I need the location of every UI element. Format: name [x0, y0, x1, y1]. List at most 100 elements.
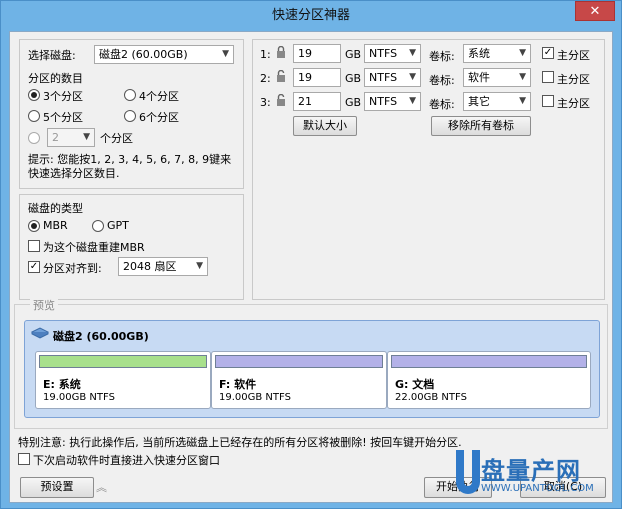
disk-preview: 磁盘2 (60.00GB) E: 系统 19.00GB NTFS F: 软件 1…: [24, 320, 600, 418]
disk-panel: 选择磁盘: 磁盘2 (60.00GB) ▼ 分区的数目 3个分区 4个分区 5个…: [19, 39, 244, 189]
chevron-down-icon: ▼: [222, 49, 229, 59]
fs-value: NTFS: [369, 71, 398, 84]
hint-text: 提示: 您能按1, 2, 3, 4, 5, 6, 7, 8, 9键来快速选择分区…: [28, 153, 232, 180]
watermark-brand: 盘量产网: [481, 457, 581, 485]
volume-label-text: 卷标:: [429, 98, 455, 111]
lock-icon[interactable]: [276, 46, 286, 59]
chevron-down-icon: ▼: [409, 48, 416, 58]
fs-value: NTFS: [369, 47, 398, 60]
primary-label: 主分区: [557, 49, 590, 62]
radio-gpt[interactable]: [92, 220, 104, 232]
select-disk-label: 选择磁盘:: [28, 49, 76, 62]
partition-bar: [39, 355, 207, 368]
next-time-checkbox[interactable]: [18, 453, 30, 465]
disk-select[interactable]: 磁盘2 (60.00GB) ▼: [94, 45, 234, 64]
close-icon: ✕: [589, 4, 601, 19]
disk-type-panel: 磁盘的类型 MBR GPT 为这个磁盘重建MBR ✓ 分区对齐到: 2048 扇…: [19, 194, 244, 300]
preset-button[interactable]: 预设置: [20, 477, 94, 498]
default-size-button[interactable]: 默认大小: [293, 116, 357, 136]
partition-info: 19.00GB NTFS: [43, 392, 115, 403]
unlock-icon[interactable]: [276, 70, 286, 83]
primary-checkbox-2[interactable]: [542, 71, 554, 83]
volume-value: 其它: [468, 95, 490, 108]
rebuild-mbr-checkbox[interactable]: [28, 240, 40, 252]
preview-legend: 预览: [30, 297, 58, 313]
chevron-down-icon: ▼: [196, 261, 203, 271]
partition-num: 2:: [260, 72, 271, 85]
partition-name: F: 软件: [219, 378, 257, 391]
primary-label: 主分区: [557, 73, 590, 86]
radio-3-label: 3个分区: [43, 90, 83, 103]
chevron-down-icon: ▼: [519, 72, 526, 82]
custom-count-select[interactable]: 2 ▼: [47, 128, 95, 147]
disk-select-value: 磁盘2 (60.00GB): [99, 48, 188, 61]
primary-checkbox-1[interactable]: ✓: [542, 47, 554, 59]
radio-4-partitions[interactable]: [124, 89, 136, 101]
gpt-label: GPT: [107, 219, 129, 232]
unlock-icon[interactable]: [276, 94, 286, 107]
disk-icon: [31, 327, 49, 339]
volume-value: 软件: [468, 71, 490, 84]
align-select-value: 2048 扇区: [123, 260, 177, 273]
chevron-down-icon: ▼: [409, 72, 416, 82]
app-window: 快速分区神器 ✕ 选择磁盘: 磁盘2 (60.00GB) ▼ 分区的数目 3个分…: [0, 0, 622, 509]
unit-gb: GB: [345, 48, 362, 61]
chevron-down-icon: ▼: [83, 132, 90, 142]
partition-count-label: 分区的数目: [28, 72, 83, 85]
partition-name: E: 系统: [43, 378, 81, 391]
fs-select-3[interactable]: NTFS ▼: [364, 92, 421, 111]
radio-4-label: 4个分区: [139, 90, 179, 103]
preview-partition[interactable]: G: 文档 22.00GB NTFS: [387, 351, 591, 409]
disk-type-label: 磁盘的类型: [28, 202, 83, 215]
close-button[interactable]: ✕: [575, 1, 615, 21]
primary-label: 主分区: [557, 97, 590, 110]
custom-count-value: 2: [52, 131, 59, 144]
radio-5-partitions[interactable]: [28, 110, 40, 122]
radio-mbr[interactable]: [28, 220, 40, 232]
size-input-2[interactable]: 19: [293, 68, 341, 87]
fs-value: NTFS: [369, 95, 398, 108]
partition-num: 1:: [260, 48, 271, 61]
radio-5-label: 5个分区: [43, 111, 83, 124]
watermark-logo-icon: [456, 450, 480, 494]
mbr-label: MBR: [43, 219, 68, 232]
radio-3-partitions[interactable]: [28, 89, 40, 101]
double-chevron-up-icon[interactable]: ︽: [96, 479, 107, 495]
align-select[interactable]: 2048 扇区 ▼: [118, 257, 208, 276]
volume-select-2[interactable]: 软件 ▼: [463, 68, 531, 87]
warning-text: 特别注意: 执行此操作后, 当前所选磁盘上已经存在的所有分区将被删除! 按回车键…: [18, 436, 462, 449]
radio-custom-partitions[interactable]: [28, 132, 40, 144]
chevron-down-icon: ▼: [519, 96, 526, 106]
volume-select-1[interactable]: 系统 ▼: [463, 44, 531, 63]
partition-info: 19.00GB NTFS: [219, 392, 291, 403]
align-checkbox[interactable]: ✓: [28, 261, 40, 273]
unit-gb: GB: [345, 96, 362, 109]
partition-bar: [215, 355, 383, 368]
next-time-label: 下次启动软件时直接进入快速分区窗口: [33, 454, 220, 467]
preview-partition[interactable]: F: 软件 19.00GB NTFS: [211, 351, 387, 409]
partition-info: 22.00GB NTFS: [395, 392, 467, 403]
partition-name: G: 文档: [395, 378, 435, 391]
window-title: 快速分区神器: [271, 8, 350, 23]
fs-select-2[interactable]: NTFS ▼: [364, 68, 421, 87]
preview-disk-name: 磁盘2 (60.00GB): [53, 330, 149, 343]
partitions-panel: 1: 19 GB NTFS ▼ 卷标: 系统 ▼ ✓ 主分区 2: 19 GB NT…: [252, 39, 605, 300]
chevron-down-icon: ▼: [519, 48, 526, 58]
volume-label-text: 卷标:: [429, 74, 455, 87]
volume-label-text: 卷标:: [429, 50, 455, 63]
radio-6-partitions[interactable]: [124, 110, 136, 122]
partition-num: 3:: [260, 96, 271, 109]
rebuild-mbr-label: 为这个磁盘重建MBR: [43, 241, 145, 254]
size-input-1[interactable]: 19: [293, 44, 341, 63]
preview-partition[interactable]: E: 系统 19.00GB NTFS: [35, 351, 211, 409]
remove-labels-button[interactable]: 移除所有卷标: [431, 116, 531, 136]
partition-bar: [391, 355, 587, 368]
fs-select-1[interactable]: NTFS ▼: [364, 44, 421, 63]
volume-value: 系统: [468, 47, 490, 60]
align-label: 分区对齐到:: [43, 262, 102, 275]
primary-checkbox-3[interactable]: [542, 95, 554, 107]
volume-select-3[interactable]: 其它 ▼: [463, 92, 531, 111]
unit-gb: GB: [345, 72, 362, 85]
size-input-3[interactable]: 21: [293, 92, 341, 111]
radio-6-label: 6个分区: [139, 111, 179, 124]
